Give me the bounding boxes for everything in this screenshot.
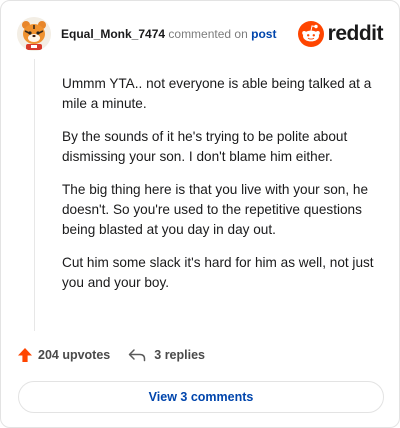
comment-footer: 204 upvotes 3 replies (17, 345, 205, 365)
comment-paragraph: By the sounds of it he's trying to be po… (62, 129, 348, 164)
replies-button[interactable]: 3 replies (128, 348, 205, 362)
upvote-button[interactable]: 204 upvotes (17, 347, 110, 363)
comment-paragraph: Cut him some slack it's hard for him as … (62, 255, 374, 290)
comment-meta: Equal_Monk_7474 commented on post (61, 27, 276, 41)
reddit-snoo-icon (297, 21, 324, 47)
reply-arrow-icon (129, 349, 146, 362)
comment-paragraph: The big thing here is that you live with… (62, 182, 369, 237)
tiger-avatar-icon[interactable] (17, 17, 51, 51)
replies-count: 3 replies (154, 348, 205, 362)
thread-line[interactable] (34, 59, 35, 331)
comment-body: Ummm YTA.. not everyone is able being ta… (62, 74, 382, 306)
view-comments-button[interactable]: View 3 comments (18, 381, 384, 413)
comment-header: Equal_Monk_7474 commented on post reddit (17, 17, 384, 53)
username[interactable]: Equal_Monk_7474 (61, 27, 165, 41)
post-link[interactable]: post (251, 27, 276, 41)
action-text: commented on (168, 27, 248, 41)
reddit-wordmark: reddit (327, 22, 384, 45)
reddit-logo[interactable]: reddit (297, 19, 384, 49)
upvote-arrow-icon (18, 348, 32, 362)
upvote-count: 204 upvotes (38, 348, 111, 362)
comment-paragraph: Ummm YTA.. not everyone is able being ta… (62, 76, 372, 111)
comment-card: Equal_Monk_7474 commented on post reddit… (0, 0, 400, 428)
